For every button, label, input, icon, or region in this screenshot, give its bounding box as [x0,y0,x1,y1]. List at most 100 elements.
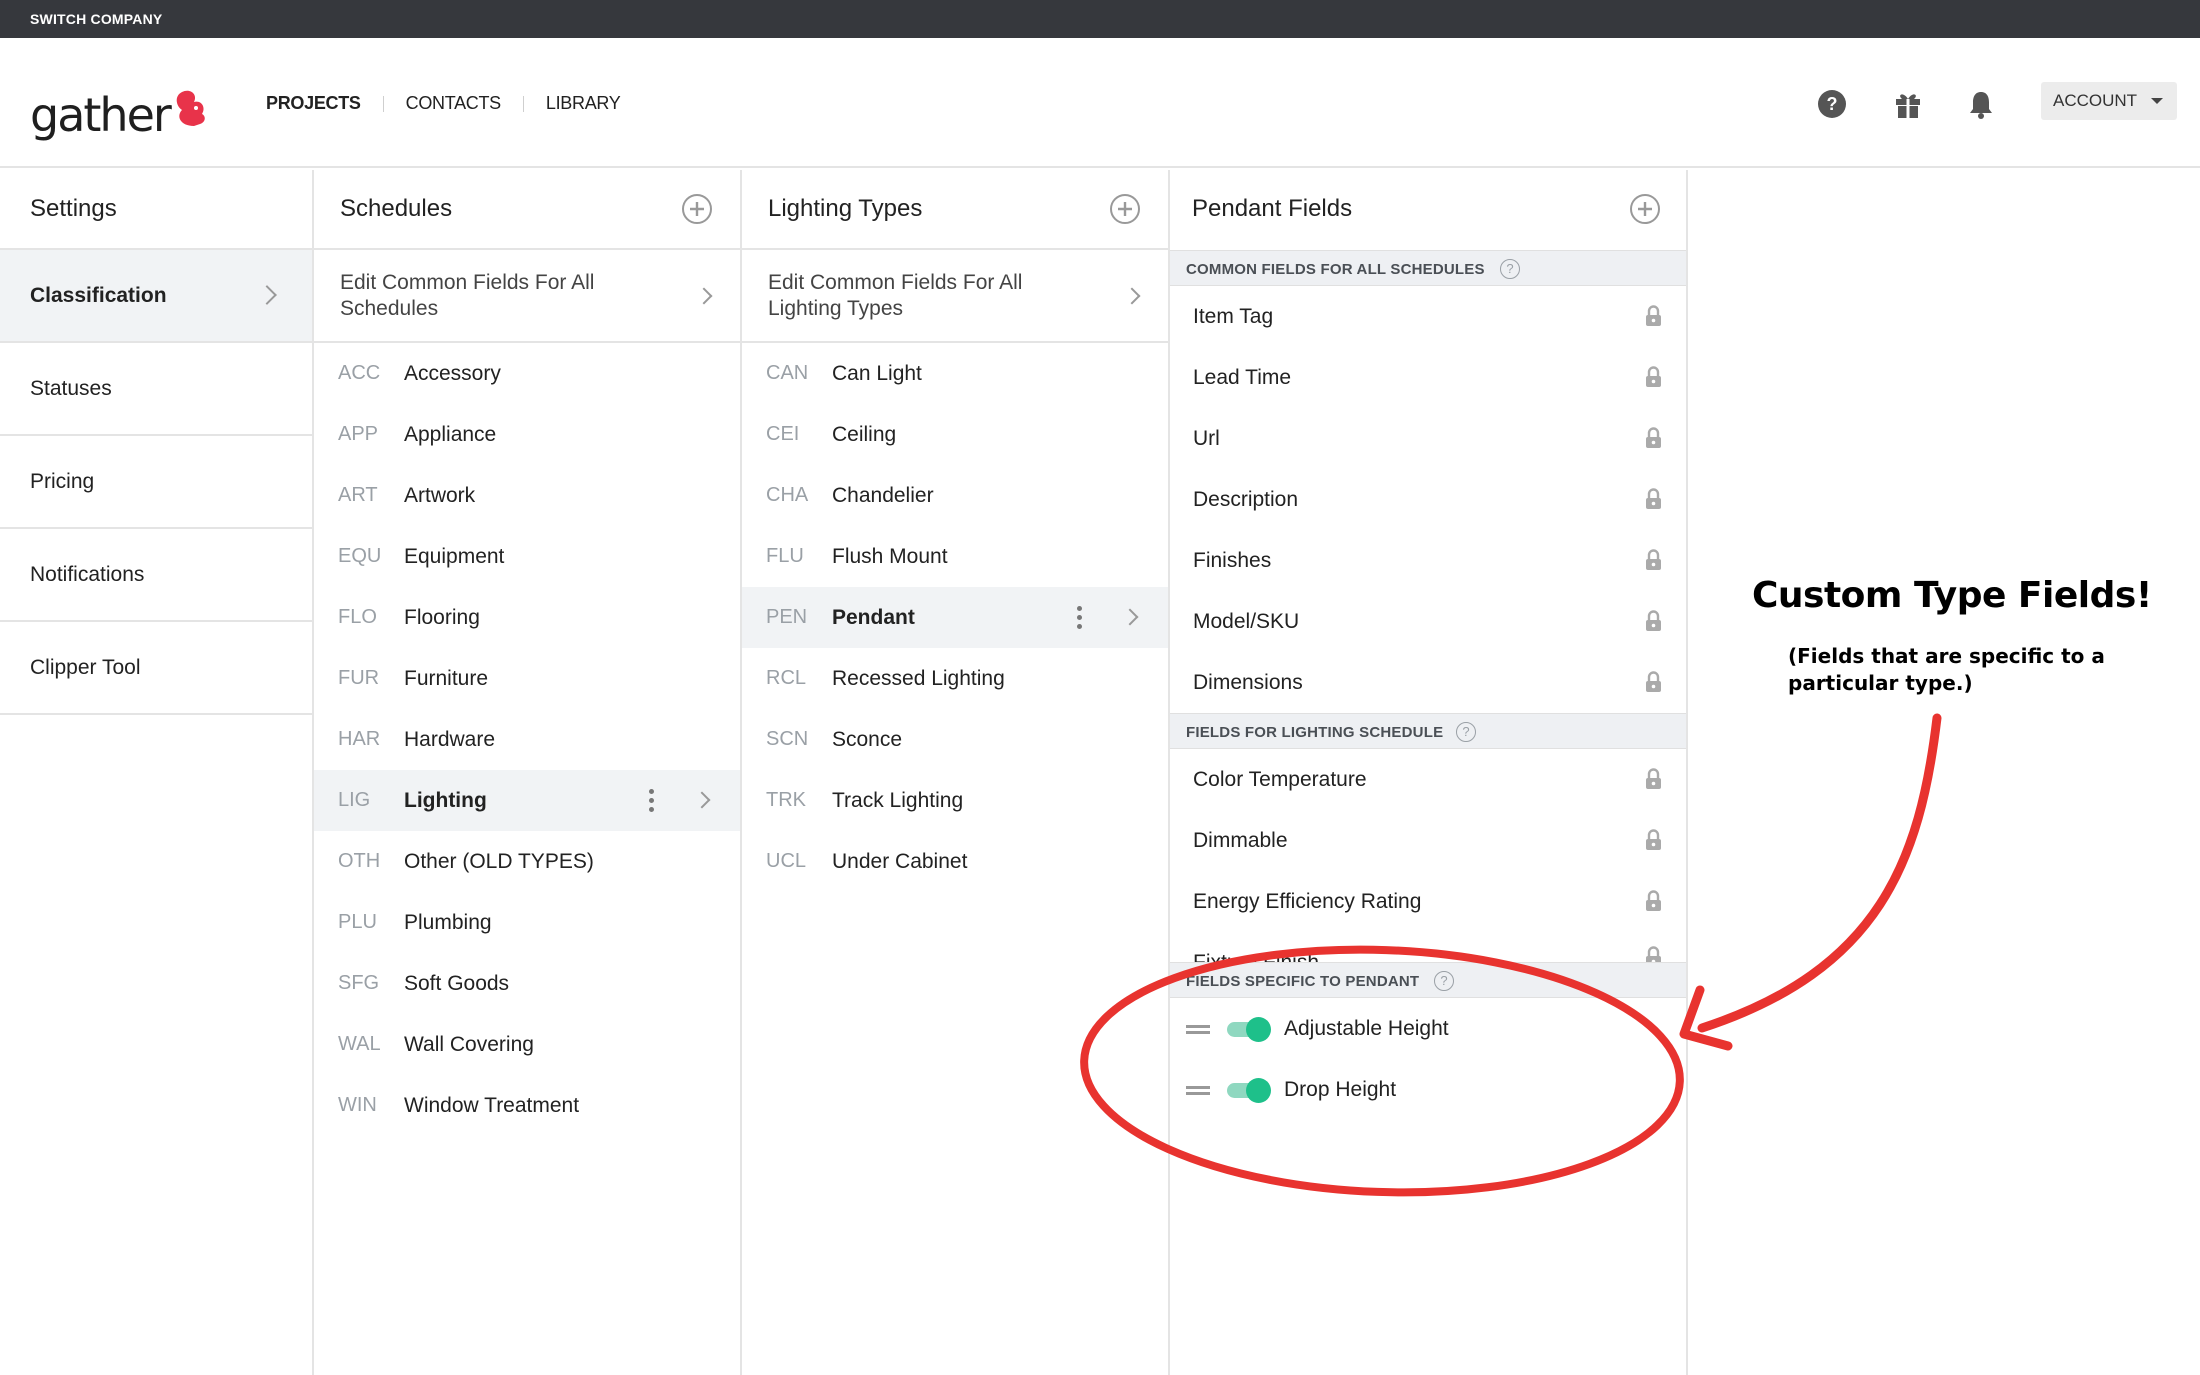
item-name: Window Treatment [404,1094,580,1117]
help-icon[interactable]: ? [1814,86,1850,122]
settings-item-label: Pricing [30,470,95,493]
annotation-title: Custom Type Fields! [1752,575,2152,616]
list-item-selected[interactable]: LIG Lighting [314,770,740,831]
item-name: Furniture [404,667,489,690]
schedules-header: Schedules [314,170,740,250]
more-options-icon[interactable] [649,789,654,813]
list-item[interactable]: FUR Furniture [314,648,740,709]
settings-item-notifications[interactable]: Notifications [0,529,312,622]
list-item[interactable]: EQU Equipment [314,526,740,587]
item-code: FLO [338,606,377,628]
list-item[interactable]: OTH Other (OLD TYPES) [314,831,740,892]
field-toggle[interactable] [1227,1017,1271,1042]
drag-handle-icon[interactable] [1186,1086,1210,1095]
account-dropdown[interactable]: ACCOUNT [2041,82,2177,120]
item-code: APP [338,423,379,445]
help-circle-icon[interactable]: ? [1456,722,1476,742]
field-row[interactable]: Description [1170,469,1686,530]
list-item[interactable]: CAN Can Light [742,343,1168,404]
settings-panel: Settings Classification Statuses Pricing… [0,170,314,1375]
more-options-icon[interactable] [1077,606,1082,630]
specific-fields-section-header: FIELDS SPECIFIC TO PENDANT ? [1170,962,1686,998]
nav-contacts[interactable]: CONTACTS [406,93,502,114]
section-label: FIELDS SPECIFIC TO PENDANT [1186,973,1420,990]
section-label: FIELDS FOR LIGHTING SCHEDULE [1186,724,1444,741]
list-item[interactable]: SCN Sconce [742,709,1168,770]
field-row[interactable]: Dimmable [1170,810,1686,871]
company-name: SWITCH COMPANY [30,11,163,27]
edit-common-lighting-types-button[interactable]: Edit Common Fields For All Lighting Type… [742,250,1168,343]
bell-icon[interactable] [1963,86,1999,122]
nav-divider [382,95,384,112]
list-item[interactable]: PLU Plumbing [314,892,740,953]
list-item[interactable]: WAL Wall Covering [314,1014,740,1075]
field-row[interactable]: Dimensions [1170,652,1686,713]
item-name: Ceiling [832,423,897,446]
chevron-right-icon [1121,608,1139,626]
field-row[interactable]: Model/SKU [1170,591,1686,652]
field-name: Drop Height [1284,1078,1397,1101]
settings-item-classification[interactable]: Classification [0,250,312,343]
list-item[interactable]: ACC Accessory [314,343,740,404]
field-name: Color Temperature [1193,768,1367,791]
list-item[interactable]: TRK Track Lighting [742,770,1168,831]
edit-common-label: Edit Common Fields For All Schedules [340,271,595,320]
settings-item-statuses[interactable]: Statuses [0,343,312,436]
common-fields-section-header: COMMON FIELDS FOR ALL SCHEDULES ? [1170,250,1686,286]
lock-icon [1646,549,1661,570]
field-row[interactable]: Finishes [1170,530,1686,591]
help-circle-icon[interactable]: ? [1434,971,1454,991]
field-row[interactable]: Item Tag [1170,286,1686,347]
field-name: Fixture Finish [1193,951,1319,962]
item-name: Other (OLD TYPES) [404,850,594,873]
edit-common-schedules-button[interactable]: Edit Common Fields For All Schedules [314,250,740,343]
annotation-arrow [1697,713,1942,1033]
field-row[interactable]: Lead Time [1170,347,1686,408]
top-bar: SWITCH COMPANY [0,0,2200,38]
add-schedule-button[interactable] [680,192,714,226]
list-item[interactable]: SFG Soft Goods [314,953,740,1014]
list-item-selected[interactable]: PEN Pendant [742,587,1168,648]
list-item[interactable]: HAR Hardware [314,709,740,770]
custom-field-row[interactable]: Drop Height [1170,1059,1686,1120]
list-item[interactable]: FLU Flush Mount [742,526,1168,587]
list-item[interactable]: APP Appliance [314,404,740,465]
list-item[interactable]: UCL Under Cabinet [742,831,1168,892]
chevron-down-icon [2151,98,2163,104]
nav-library[interactable]: LIBRARY [546,93,621,114]
pendant-fields-header: Pendant Fields [1170,170,1686,250]
item-name: Recessed Lighting [832,667,1005,690]
item-code: SFG [338,972,380,994]
field-row[interactable]: Url [1170,408,1686,469]
settings-item-label: Statuses [30,377,112,400]
main-nav: PROJECTS CONTACTS LIBRARY [266,93,621,114]
field-name: Adjustable Height [1284,1017,1449,1040]
add-lighting-type-button[interactable] [1108,192,1142,226]
list-item[interactable]: FLO Flooring [314,587,740,648]
item-code: OTH [338,850,381,872]
item-code: WIN [338,1094,377,1116]
item-name: Hardware [404,728,496,751]
list-item[interactable]: CHA Chandelier [742,465,1168,526]
settings-item-pricing[interactable]: Pricing [0,436,312,529]
custom-field-row[interactable]: Adjustable Height [1170,998,1686,1059]
list-item[interactable]: CEI Ceiling [742,404,1168,465]
field-row[interactable]: Fixture Finish [1170,932,1686,962]
gather-logo[interactable]: gather [30,78,208,138]
help-circle-icon[interactable]: ? [1500,259,1520,279]
gift-icon[interactable] [1890,86,1926,122]
field-row[interactable]: Energy Efficiency Rating [1170,871,1686,932]
settings-item-clipper-tool[interactable]: Clipper Tool [0,622,312,715]
item-code: UCL [766,850,807,872]
field-toggle[interactable] [1227,1078,1271,1103]
add-field-button[interactable] [1628,192,1662,226]
list-item[interactable]: WIN Window Treatment [314,1075,740,1136]
svg-text:?: ? [1827,94,1838,114]
drag-handle-icon[interactable] [1186,1025,1210,1034]
list-item[interactable]: ART Artwork [314,465,740,526]
item-name: Track Lighting [832,789,964,812]
nav-projects[interactable]: PROJECTS [266,93,361,114]
field-row[interactable]: Color Temperature [1170,749,1686,810]
schedules-title: Schedules [340,195,453,222]
list-item[interactable]: RCL Recessed Lighting [742,648,1168,709]
